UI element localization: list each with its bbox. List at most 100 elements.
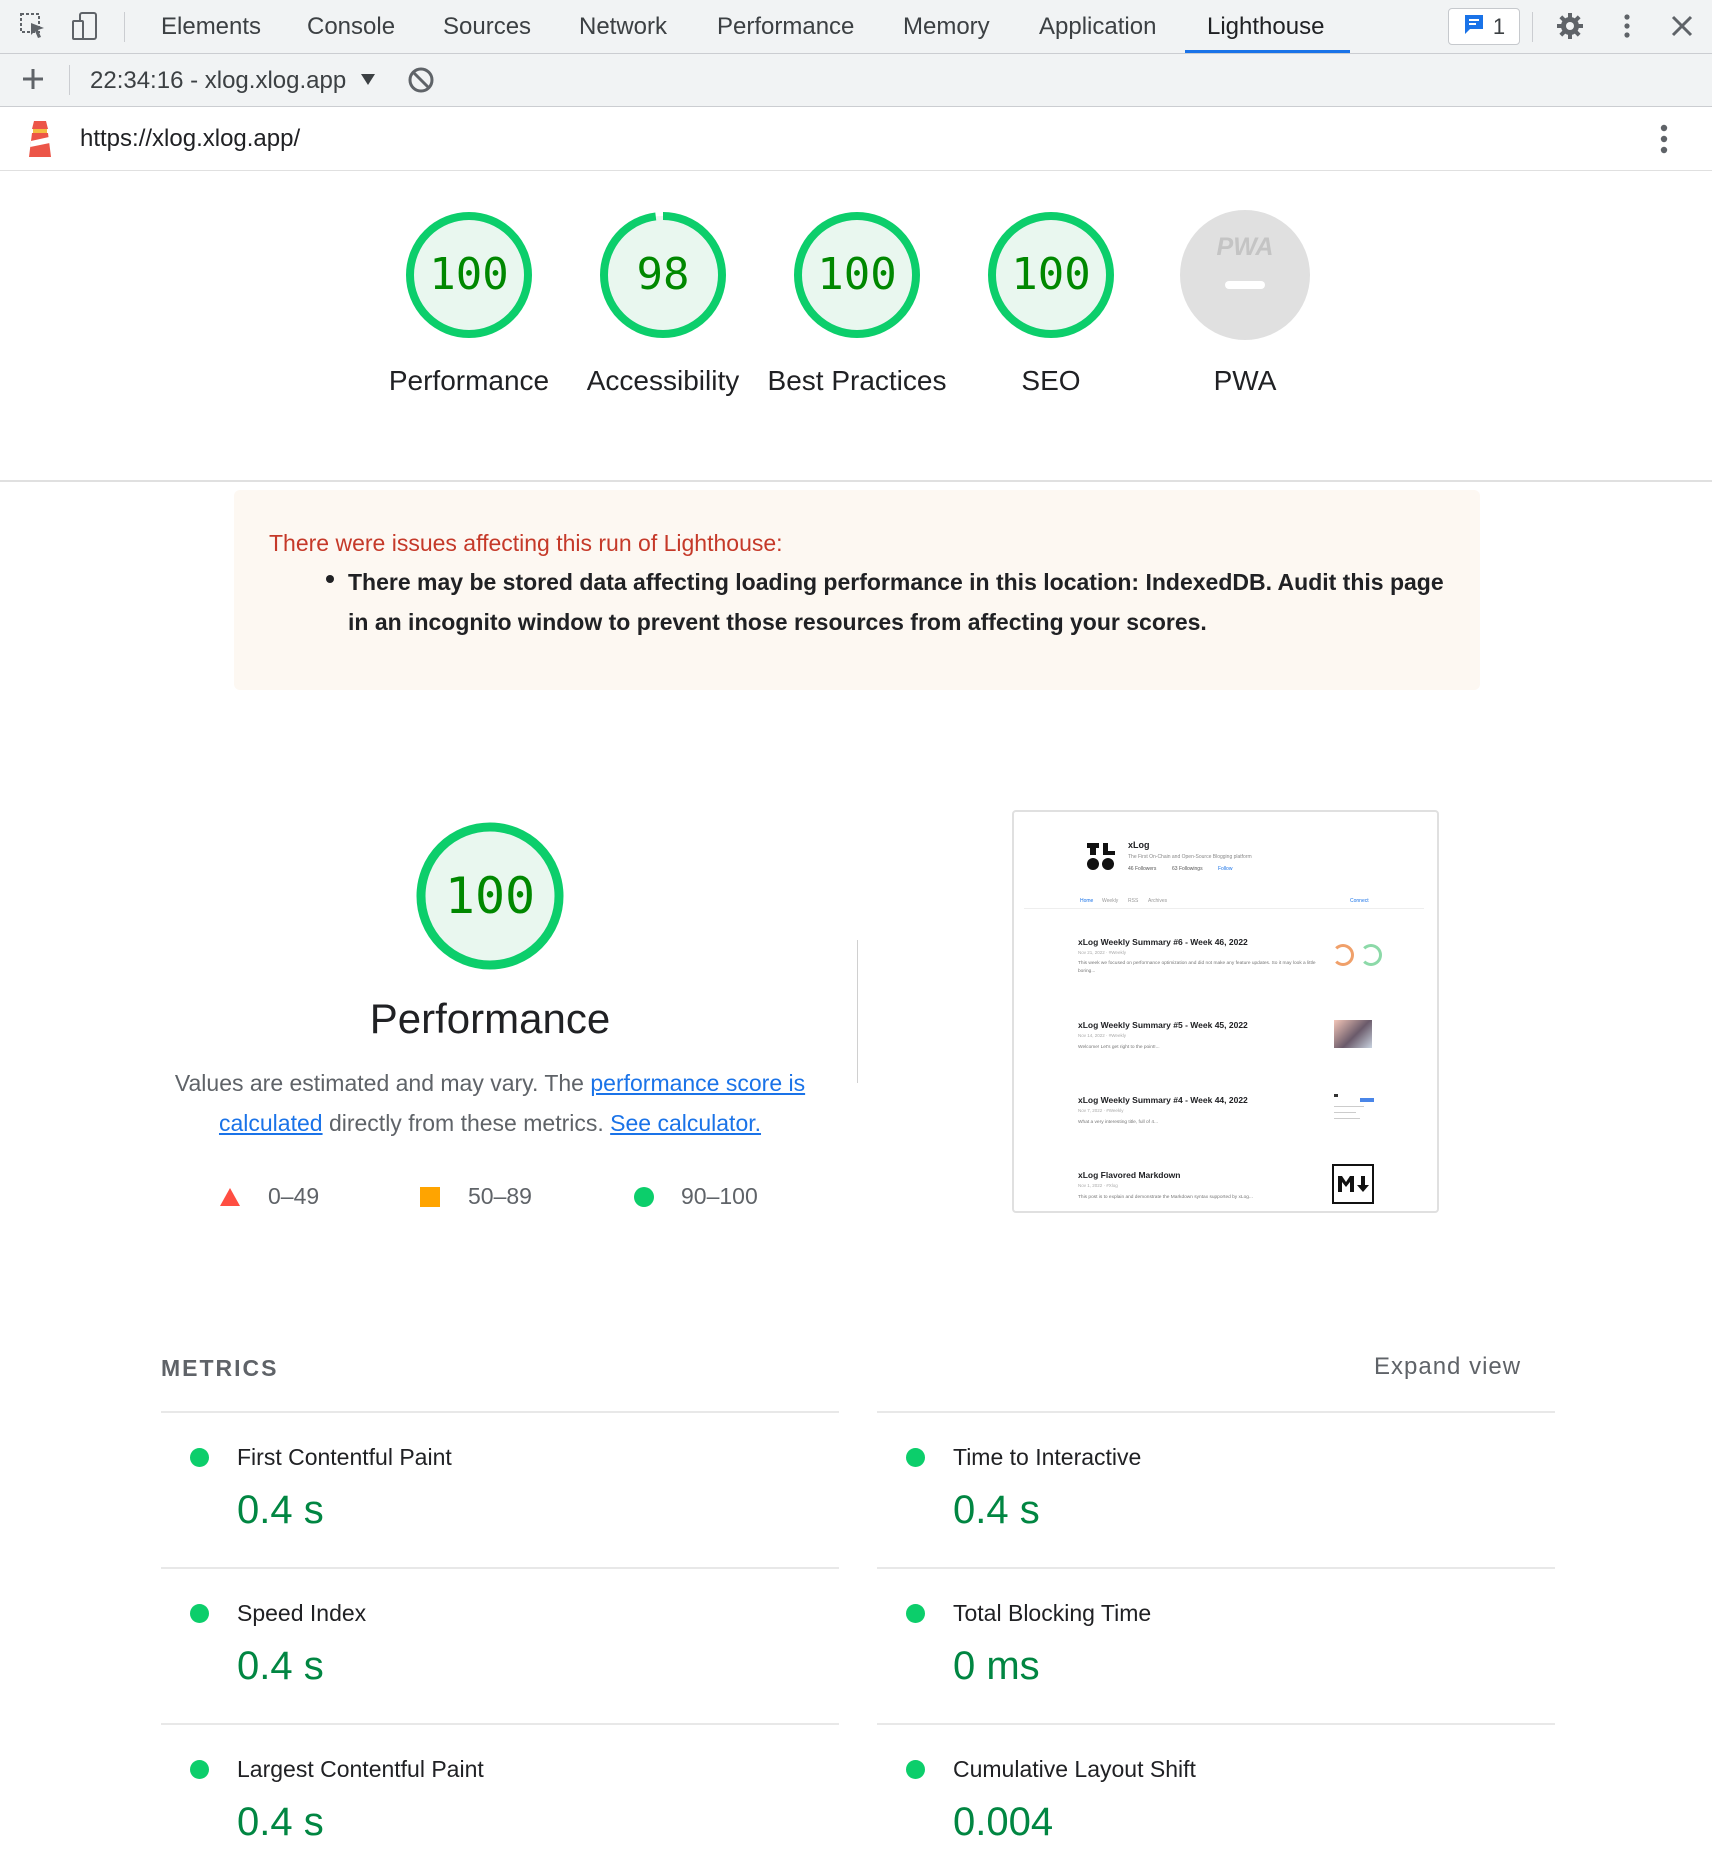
gauge-score: 100 bbox=[429, 249, 509, 300]
post-meta: Nov 1, 2022 · #Xlog bbox=[1078, 1183, 1118, 1188]
gauge-score: 100 bbox=[1011, 249, 1091, 300]
post-meta: Nov 7, 2022 · #Weekly bbox=[1078, 1108, 1124, 1113]
warning-title: There were issues affecting this run of … bbox=[269, 530, 783, 556]
report-url-bar: https://xlog.xlog.app/ bbox=[0, 107, 1712, 171]
performance-description: Values are estimated and may vary. The p… bbox=[160, 1063, 820, 1143]
desc-text: directly from these metrics. bbox=[322, 1110, 611, 1136]
issues-icon bbox=[1463, 13, 1485, 41]
follow-button: Follow bbox=[1218, 866, 1233, 872]
active-tab-indicator bbox=[1185, 50, 1350, 53]
pass-status-icon bbox=[906, 1604, 925, 1623]
metric-divider bbox=[877, 1411, 1555, 1413]
metric-title: First Contentful Paint bbox=[237, 1444, 452, 1470]
lighthouse-logo-icon bbox=[24, 119, 56, 159]
metric-title: Time to Interactive bbox=[953, 1444, 1142, 1470]
toolbar-divider bbox=[69, 65, 70, 95]
post-excerpt: What a very interesting title, full of 4… bbox=[1078, 1120, 1158, 1125]
tab-console[interactable]: Console bbox=[307, 0, 395, 54]
pass-status-icon bbox=[190, 1604, 209, 1623]
post-meta: Nov 21, 2022 · #Weekly bbox=[1078, 950, 1126, 955]
post-title: xLog Weekly Summary #6 - Week 46, 2022 bbox=[1078, 937, 1248, 947]
nav-weekly: Weekly bbox=[1102, 898, 1119, 904]
performance-title: Performance bbox=[369, 995, 611, 1042]
see-calculator-link[interactable]: See calculator. bbox=[610, 1110, 761, 1136]
metrics-header: METRICS bbox=[161, 1355, 279, 1381]
inspect-element-icon[interactable] bbox=[18, 11, 48, 41]
report-menu-icon[interactable] bbox=[1650, 121, 1678, 157]
metric-value: 0.4 s bbox=[237, 1800, 324, 1844]
bullet-icon bbox=[326, 575, 334, 583]
toolbar-divider bbox=[124, 12, 125, 42]
nav-rss: RSS bbox=[1128, 898, 1139, 904]
post-thumbnail bbox=[1334, 1092, 1374, 1132]
pwa-badge-text: PWA bbox=[1217, 233, 1274, 261]
metric-divider bbox=[877, 1567, 1555, 1569]
report-url[interactable]: https://xlog.xlog.app/ bbox=[80, 107, 300, 171]
gauge-accessibility[interactable]: 98 bbox=[598, 210, 728, 340]
metric-value: 0.4 s bbox=[953, 1488, 1040, 1532]
post-excerpt: This post is to explain and demonstrate … bbox=[1078, 1195, 1253, 1200]
gauge-best-practices[interactable]: 100 bbox=[792, 210, 922, 340]
lighthouse-toolbar: 22:34:16 - xlog.xlog.app bbox=[0, 54, 1712, 107]
post-title: xLog Weekly Summary #4 - Week 44, 2022 bbox=[1078, 1095, 1248, 1105]
legend-average: 50–89 bbox=[468, 1183, 532, 1209]
gauge-label-performance: Performance bbox=[388, 365, 550, 396]
tab-network[interactable]: Network bbox=[579, 0, 667, 54]
metric-title: Cumulative Layout Shift bbox=[953, 1756, 1196, 1782]
metric-title: Speed Index bbox=[237, 1600, 367, 1626]
post-thumbnail bbox=[1334, 1020, 1372, 1048]
tab-elements[interactable]: Elements bbox=[161, 0, 261, 54]
pass-circle-icon bbox=[634, 1187, 654, 1207]
followings: 63 Followings bbox=[1172, 866, 1203, 872]
expand-view-toggle[interactable]: Expand view bbox=[1374, 1353, 1521, 1381]
pass-status-icon bbox=[906, 1448, 925, 1467]
gauge-label-accessibility: Accessibility bbox=[586, 365, 740, 396]
gauge-score: 100 bbox=[817, 249, 897, 300]
tab-performance[interactable]: Performance bbox=[717, 0, 854, 54]
issues-count: 1 bbox=[1492, 13, 1506, 39]
issues-button[interactable]: 1 bbox=[1448, 8, 1520, 45]
gauge-performance[interactable]: 100 bbox=[404, 210, 534, 340]
tab-lighthouse[interactable]: Lighthouse bbox=[1207, 0, 1324, 54]
pwa-badge-icon: PWA bbox=[1180, 210, 1310, 340]
metric-title: Largest Contentful Paint bbox=[237, 1756, 484, 1782]
tab-memory[interactable]: Memory bbox=[903, 0, 990, 54]
desc-text: Values are estimated and may vary. The bbox=[174, 1070, 591, 1096]
connect-button: Connect bbox=[1350, 898, 1369, 904]
post-excerpt: This week we focused on performance opti… bbox=[1078, 961, 1316, 974]
post-thumbnail bbox=[1332, 944, 1354, 966]
gauge-pwa[interactable]: PWA bbox=[1180, 210, 1310, 340]
clear-reports-icon[interactable] bbox=[407, 66, 435, 94]
pass-status-icon bbox=[906, 1760, 925, 1779]
nav-archives: Archives bbox=[1148, 898, 1168, 904]
nav-divider bbox=[1024, 908, 1424, 909]
close-icon[interactable] bbox=[1667, 11, 1697, 41]
pass-status-icon bbox=[190, 1448, 209, 1467]
performance-score: 100 bbox=[444, 867, 536, 925]
tab-sources[interactable]: Sources bbox=[443, 0, 531, 54]
post-title: xLog Flavored Markdown bbox=[1078, 1170, 1181, 1180]
markdown-logo-icon bbox=[1332, 1164, 1374, 1204]
site-name: xLog bbox=[1128, 840, 1150, 850]
metric-value: 0 ms bbox=[953, 1644, 1040, 1688]
settings-gear-icon[interactable] bbox=[1555, 11, 1585, 41]
device-toolbar-icon[interactable] bbox=[70, 11, 100, 41]
post-thumbnail bbox=[1360, 944, 1382, 966]
gauge-score: 98 bbox=[636, 249, 690, 300]
fail-triangle-icon bbox=[220, 1188, 240, 1206]
new-report-plus-icon[interactable] bbox=[18, 64, 48, 94]
report-selector[interactable]: 22:34:16 - xlog.xlog.app bbox=[90, 54, 346, 107]
section-divider bbox=[857, 940, 858, 1083]
more-options-icon[interactable] bbox=[1612, 11, 1642, 41]
metric-divider bbox=[877, 1723, 1555, 1725]
post-title: xLog Weekly Summary #5 - Week 45, 2022 bbox=[1078, 1020, 1248, 1030]
chevron-down-icon[interactable] bbox=[361, 74, 375, 85]
gauge-label-pwa: PWA bbox=[1213, 365, 1277, 396]
toolbar-divider bbox=[1532, 12, 1533, 42]
tab-application[interactable]: Application bbox=[1039, 0, 1156, 54]
scores-divider bbox=[0, 480, 1712, 482]
final-screenshot[interactable]: xLog The First On-Chain and Open-Source … bbox=[1012, 810, 1439, 1213]
gauge-seo[interactable]: 100 bbox=[986, 210, 1116, 340]
gauge-label-best-practices: Best Practices bbox=[767, 365, 947, 396]
metric-value: 0.004 bbox=[953, 1800, 1054, 1844]
